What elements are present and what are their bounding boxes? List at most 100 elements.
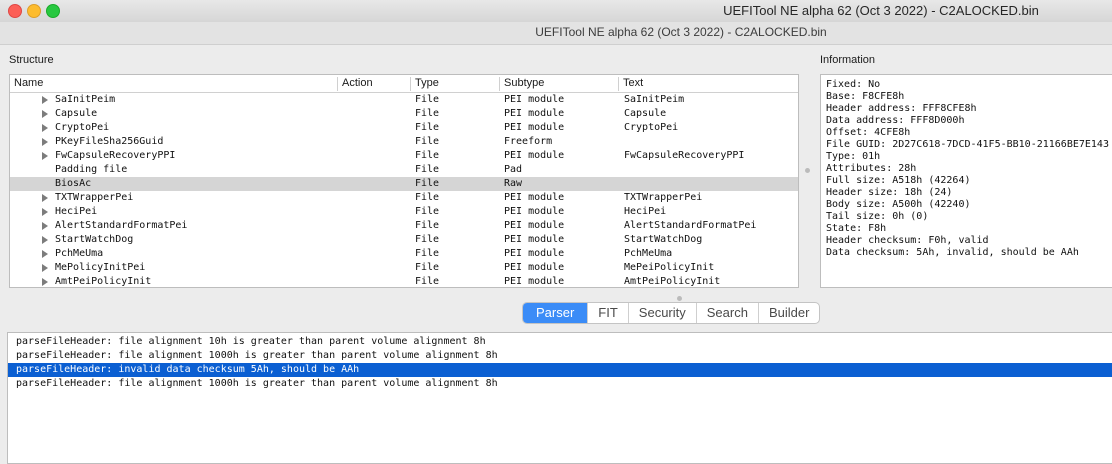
row-text: AlertStandardFormatPei [624, 220, 757, 231]
information-text: Fixed: No Base: F8CFE8h Header address: FF… [821, 75, 1112, 259]
bottom-tab-bar: Parser FIT Security Search Builder [522, 302, 821, 324]
row-name: CryptoPei [55, 122, 110, 133]
row-name: TXTWrapperPei [55, 192, 134, 203]
expand-arrow-icon[interactable] [42, 250, 48, 258]
structure-tree[interactable]: Name Action Type Subtype Text SaInitPeim… [9, 74, 799, 288]
tree-row[interactable]: FwCapsuleRecoveryPPI File PEI module FwCaps… [10, 149, 798, 163]
row-name: AlertStandardFormatPei [55, 220, 188, 231]
row-type: File [415, 122, 440, 133]
row-subtype: PEI module [504, 94, 565, 105]
row-type: File [415, 206, 440, 217]
information-panel: Fixed: No Base: F8CFE8h Header address: FF… [820, 74, 1112, 288]
column-header-text[interactable]: Text [618, 77, 643, 91]
tab-fit[interactable]: FIT [587, 303, 628, 323]
tab-builder[interactable]: Builder [757, 303, 819, 323]
row-type: File [415, 262, 440, 273]
tree-row[interactable]: SaInitPeim File PEI module SaInitPeim [10, 93, 798, 107]
row-subtype: PEI module [504, 150, 565, 161]
expand-arrow-icon[interactable] [42, 152, 48, 160]
tree-row[interactable]: Capsule File PEI module Capsule [10, 107, 798, 121]
row-text: MePeiPolicyInit [624, 262, 715, 273]
row-subtype: PEI module [504, 108, 565, 119]
column-header-subtype[interactable]: Subtype [499, 77, 544, 91]
expand-arrow-icon[interactable] [42, 236, 48, 244]
info-line: Full size: A518h (42264) [826, 175, 971, 186]
tree-row[interactable]: AmtPeiPolicyInit File PEI module AmtPeiPoli… [10, 275, 798, 287]
expand-arrow-icon[interactable] [42, 264, 48, 272]
row-subtype: PEI module [504, 192, 565, 203]
row-name: AmtPeiPolicyInit [55, 276, 152, 287]
message-line[interactable]: parseFileHeader: file alignment 10h is g… [8, 335, 1112, 349]
tree-row[interactable]: StartWatchDog File PEI module StartWatchDog [10, 233, 798, 247]
tree-row[interactable]: PKeyFileSha256Guid File Freeform [10, 135, 798, 149]
info-line: Data checksum: 5Ah, invalid, should be A… [826, 247, 1079, 258]
expand-arrow-icon[interactable] [42, 208, 48, 216]
row-text: StartWatchDog [624, 234, 703, 245]
tab-security[interactable]: Security [627, 303, 696, 323]
row-name: SaInitPeim [55, 94, 116, 105]
expand-arrow-icon[interactable] [42, 194, 48, 202]
structure-label: Structure [9, 54, 54, 66]
info-line: Header size: 18h (24) [826, 187, 953, 198]
row-type: File [415, 108, 440, 119]
expand-arrow-icon[interactable] [42, 138, 48, 146]
column-header-action[interactable]: Action [337, 77, 373, 91]
row-name: FwCapsuleRecoveryPPI [55, 150, 176, 161]
row-name: StartWatchDog [55, 234, 134, 245]
row-name: MePolicyInitPei [55, 262, 146, 273]
row-subtype: PEI module [504, 276, 565, 287]
row-text: AmtPeiPolicyInit [624, 276, 721, 287]
expand-arrow-icon[interactable] [42, 110, 48, 118]
message-line[interactable]: parseFileHeader: file alignment 1000h is… [8, 377, 1112, 391]
row-type: File [415, 220, 440, 231]
tree-row[interactable]: MePolicyInitPei File PEI module MePeiPolicy… [10, 261, 798, 275]
message-line[interactable]: parseFileHeader: invalid data checksum 5… [8, 363, 1112, 377]
tab-parser[interactable]: Parser [523, 303, 588, 323]
vertical-split-handle[interactable] [805, 168, 810, 173]
row-subtype: PEI module [504, 234, 565, 245]
row-name: Capsule [55, 108, 98, 119]
horizontal-split-handle[interactable] [677, 296, 682, 301]
row-subtype: PEI module [504, 122, 565, 133]
tree-row[interactable]: HeciPei File PEI module HeciPei [10, 205, 798, 219]
row-type: File [415, 136, 440, 147]
row-subtype: Freeform [504, 136, 553, 147]
tree-row[interactable]: TXTWrapperPei File PEI module TXTWrapperPei [10, 191, 798, 205]
window-title: UEFITool NE alpha 62 (Oct 3 2022) - C2AL… [723, 3, 1039, 18]
row-type: File [415, 94, 440, 105]
expand-arrow-icon[interactable] [42, 96, 48, 104]
info-line: Data address: FFF8D000h [826, 115, 965, 126]
expand-arrow-icon[interactable] [42, 124, 48, 132]
message-line[interactable]: parseFileHeader: file alignment 1000h is… [8, 349, 1112, 363]
row-name: BiosAc [55, 178, 92, 189]
tab-search[interactable]: Search [695, 303, 758, 323]
row-type: File [415, 192, 440, 203]
info-line: Body size: A500h (42240) [826, 199, 971, 210]
info-line: Base: F8CFE8h [826, 91, 905, 102]
tree-row[interactable]: Padding file File Pad [10, 163, 798, 177]
tree-row[interactable]: CryptoPei File PEI module CryptoPei [10, 121, 798, 135]
row-text: SaInitPeim [624, 94, 685, 105]
row-type: File [415, 234, 440, 245]
document-title: UEFITool NE alpha 62 (Oct 3 2022) - C2AL… [535, 25, 827, 39]
tree-row[interactable]: PchMeUma File PEI module PchMeUma [10, 247, 798, 261]
tree-row[interactable]: AlertStandardFormatPei File PEI module Aler… [10, 219, 798, 233]
row-text: FwCapsuleRecoveryPPI [624, 150, 745, 161]
tree-row[interactable]: BiosAc File Raw [10, 177, 798, 191]
row-text: PchMeUma [624, 248, 673, 259]
info-line: Attributes: 28h [826, 163, 917, 174]
column-header-name[interactable]: Name [10, 77, 43, 91]
row-type: File [415, 276, 440, 287]
column-header-type[interactable]: Type [410, 77, 439, 91]
document-title-bar: UEFITool NE alpha 62 (Oct 3 2022) - C2AL… [0, 22, 1112, 45]
row-subtype: PEI module [504, 206, 565, 217]
row-text: CryptoPei [624, 122, 679, 133]
row-text: Capsule [624, 108, 667, 119]
expand-arrow-icon[interactable] [42, 222, 48, 230]
title-bar: UEFITool NE alpha 62 (Oct 3 2022) - C2AL… [0, 0, 1112, 23]
information-label: Information [820, 54, 876, 66]
row-subtype: Pad [504, 164, 523, 175]
expand-arrow-icon[interactable] [42, 278, 48, 286]
parser-messages-list[interactable]: parseFileHeader: file alignment 10h is g… [7, 332, 1112, 464]
row-type: File [415, 178, 440, 189]
